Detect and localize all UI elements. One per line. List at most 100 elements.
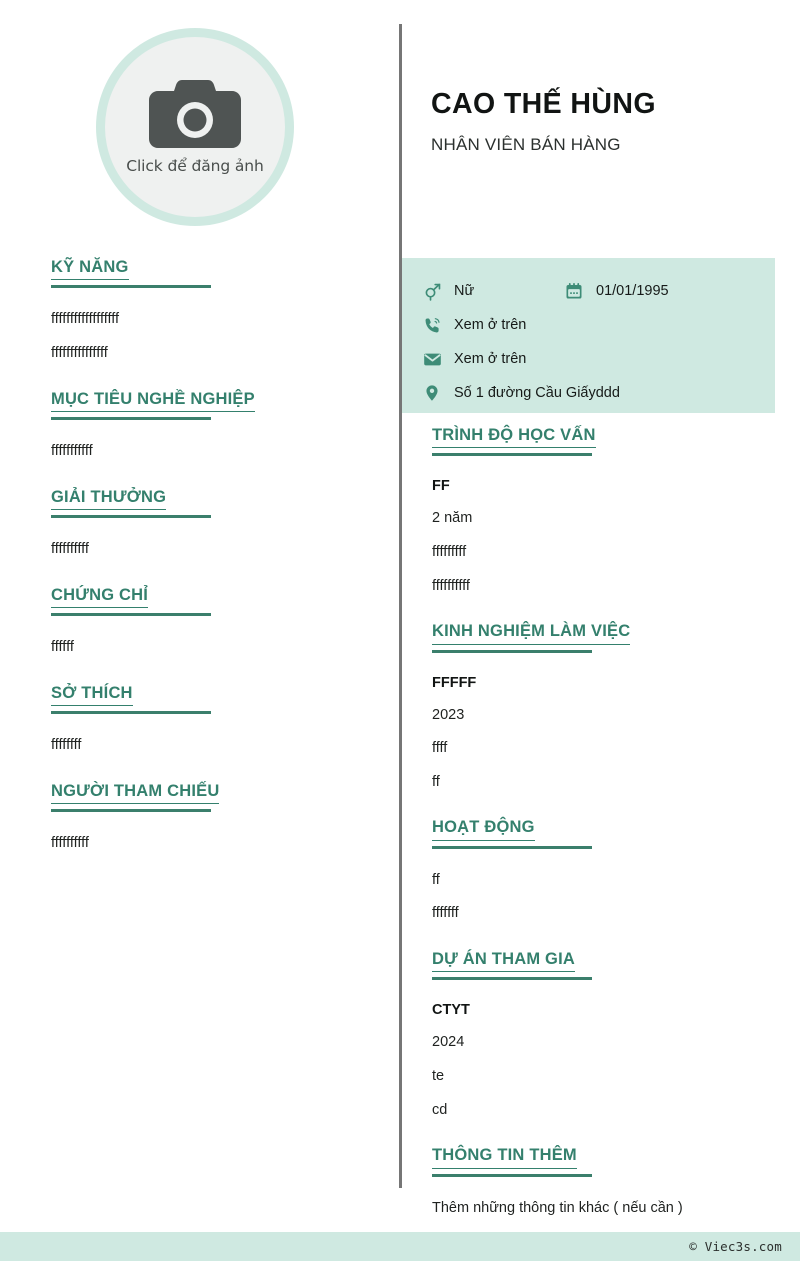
contact-birthday[interactable]: 01/01/1995 (564, 281, 669, 301)
section-rule (51, 515, 211, 519)
section-line[interactable]: ffffffffff (432, 577, 782, 597)
section-heading: KINH NGHIỆM LÀM VIỆC (432, 622, 631, 653)
contact-info-box: Nữ 01/01/1995 Xem ở trên Xem ở trên Số 1… (402, 258, 775, 413)
cv-page: Click để đăng ảnh KỸ NĂNG ffffffffffffff… (0, 0, 800, 1261)
section-line[interactable]: fffffffffff (51, 442, 371, 462)
section-line[interactable]: cd (432, 1101, 782, 1121)
section-heading: THÔNG TIN THÊM (432, 1146, 592, 1177)
section-line[interactable]: te (432, 1067, 782, 1087)
birthday-value: 01/01/1995 (596, 283, 669, 299)
location-pin-icon (422, 383, 442, 403)
section-heading: SỞ THÍCH (51, 684, 211, 715)
job-title[interactable]: NHÂN VIÊN BÁN HÀNG (431, 135, 781, 155)
section-heading: NGƯỜI THAM CHIẾU (51, 782, 220, 813)
section-interests: SỞ THÍCH ffffffff (51, 684, 371, 756)
section-title: CHỨNG CHỈ (51, 586, 149, 609)
photo-upload-label: Click để đăng ảnh (126, 156, 264, 175)
section-certificates: CHỨNG CHỈ ffffff (51, 586, 371, 658)
section-projects: DỰ ÁN THAM GIA CTYT 2024 te cd (432, 950, 782, 1120)
calendar-icon (564, 281, 584, 301)
section-career-objective: MỤC TIÊU NGHỀ NGHIỆP fffffffffff (51, 390, 371, 462)
right-column: CAO THẾ HÙNG NHÂN VIÊN BÁN HÀNG Nữ 01/01… (402, 0, 800, 1216)
right-section-list: TRÌNH ĐỘ HỌC VẤN FF 2 năm fffffffff ffff… (432, 426, 782, 1218)
section-awards: GIẢI THƯỞNG ffffffffff (51, 488, 371, 560)
section-line[interactable]: ffffffffff (51, 834, 371, 854)
footer-bar: © Viec3s.com (0, 1232, 800, 1261)
section-rule (432, 453, 592, 457)
section-references: NGƯỜI THAM CHIẾU ffffffffff (51, 782, 371, 854)
section-heading: HOẠT ĐỘNG (432, 818, 592, 849)
section-title: DỰ ÁN THAM GIA (432, 950, 575, 973)
section-line[interactable]: 2 năm (432, 509, 782, 529)
section-line[interactable]: ffffffffffffffffff (51, 310, 371, 330)
section-line[interactable]: ffffffff (51, 736, 371, 756)
section-title: MỤC TIÊU NGHỀ NGHIỆP (51, 390, 255, 413)
contact-row: Nữ 01/01/1995 (422, 274, 775, 308)
section-title: KINH NGHIỆM LÀM VIỆC (432, 622, 631, 645)
section-line[interactable]: Thêm những thông tin khác ( nếu cần ) (432, 1199, 782, 1219)
contact-gender[interactable]: Nữ (422, 281, 564, 301)
section-work-experience: KINH NGHIỆM LÀM VIỆC FFFFF 2023 ffff ff (432, 622, 782, 792)
left-section-list: KỸ NĂNG ffffffffffffffffff fffffffffffff… (51, 258, 371, 854)
section-rule (432, 649, 592, 653)
section-rule (51, 417, 211, 421)
section-rule (51, 285, 211, 289)
section-line[interactable]: ffff (432, 739, 782, 759)
section-heading: MỤC TIÊU NGHỀ NGHIỆP (51, 390, 255, 421)
section-title: GIẢI THƯỞNG (51, 488, 167, 511)
section-title: NGƯỜI THAM CHIẾU (51, 782, 220, 805)
section-rule (432, 1173, 592, 1177)
section-rule (51, 809, 211, 813)
section-line[interactable]: fffffffff (432, 543, 782, 563)
section-title: KỸ NĂNG (51, 258, 129, 281)
photo-upload-button[interactable]: Click để đăng ảnh (96, 28, 294, 226)
mail-icon (422, 349, 442, 369)
section-heading: KỸ NĂNG (51, 258, 211, 289)
email-value: Xem ở trên (454, 351, 527, 367)
section-line[interactable]: fffffff (432, 904, 782, 924)
section-rule (51, 711, 211, 715)
section-heading: CHỨNG CHỈ (51, 586, 211, 617)
section-education: TRÌNH ĐỘ HỌC VẤN FF 2 năm fffffffff ffff… (432, 426, 782, 596)
section-title: TRÌNH ĐỘ HỌC VẤN (432, 426, 596, 449)
section-line[interactable]: fffffffffffffff (51, 344, 371, 364)
contact-row: Xem ở trên (422, 308, 775, 342)
section-line[interactable]: 2023 (432, 706, 782, 726)
contact-row: Xem ở trên (422, 342, 775, 376)
section-rule (432, 845, 592, 849)
photo-placeholder[interactable]: Click để đăng ảnh (105, 37, 285, 217)
section-line[interactable]: ff (432, 773, 782, 793)
contact-email[interactable]: Xem ở trên (422, 349, 526, 369)
footer-copyright: © Viec3s.com (689, 1239, 782, 1254)
page-title[interactable]: CAO THẾ HÙNG (431, 88, 781, 121)
section-line[interactable]: ffffff (51, 638, 371, 658)
name-block: CAO THẾ HÙNG NHÂN VIÊN BÁN HÀNG (431, 88, 781, 155)
section-activities: HOẠT ĐỘNG ff fffffff (432, 818, 782, 924)
section-title: HOẠT ĐỘNG (432, 818, 535, 841)
contact-address[interactable]: Số 1 đường Cầu Giấyddd (422, 383, 620, 403)
camera-icon (149, 79, 241, 148)
section-heading: GIẢI THƯỞNG (51, 488, 211, 519)
section-additional-info: THÔNG TIN THÊM Thêm những thông tin khác… (432, 1146, 782, 1218)
address-value: Số 1 đường Cầu Giấyddd (454, 385, 620, 401)
section-title: THÔNG TIN THÊM (432, 1146, 577, 1169)
entry-title[interactable]: CTYT (432, 1002, 782, 1018)
section-heading: DỰ ÁN THAM GIA (432, 950, 592, 981)
contact-phone[interactable]: Xem ở trên (422, 315, 526, 335)
section-title: SỞ THÍCH (51, 684, 133, 707)
phone-value: Xem ở trên (454, 317, 527, 333)
section-line[interactable]: ffffffffff (51, 540, 371, 560)
section-rule (432, 977, 592, 981)
gender-icon (422, 281, 442, 301)
section-heading: TRÌNH ĐỘ HỌC VẤN (432, 426, 596, 457)
phone-icon (422, 315, 442, 335)
left-column: Click để đăng ảnh KỸ NĂNG ffffffffffffff… (0, 0, 390, 1195)
section-line[interactable]: 2024 (432, 1033, 782, 1053)
contact-row: Số 1 đường Cầu Giấyddd (422, 376, 775, 410)
entry-title[interactable]: FFFFF (432, 675, 782, 691)
gender-value: Nữ (454, 283, 475, 299)
section-line[interactable]: ff (432, 871, 782, 891)
entry-title[interactable]: FF (432, 478, 782, 494)
section-rule (51, 613, 211, 617)
section-skills: KỸ NĂNG ffffffffffffffffff fffffffffffff… (51, 258, 371, 364)
